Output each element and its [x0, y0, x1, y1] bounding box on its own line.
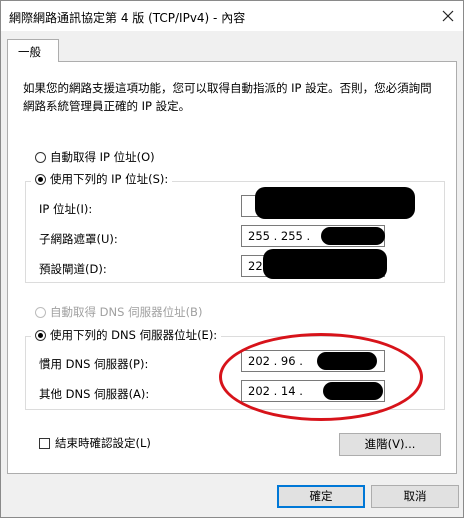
- dns-auto-option[interactable]: 自動取得 DNS 伺服器位址(B): [35, 304, 202, 320]
- annotation-circle: [219, 333, 423, 421]
- tab-general[interactable]: 一般: [7, 39, 59, 62]
- subnet-mask-value: 255 . 255 .: [248, 229, 311, 243]
- window-title: 網際網路通訊協定第 4 版 (TCP/IPv4) - 內容: [9, 11, 246, 25]
- ip-manual-option[interactable]: 使用下列的 IP 位址(S):: [31, 171, 173, 187]
- redaction-mark: [321, 227, 385, 245]
- ip-manual-label: 使用下列的 IP 位址(S):: [50, 172, 169, 186]
- ok-button[interactable]: 確定: [277, 485, 365, 508]
- dns-auto-radio[interactable]: [35, 306, 46, 318]
- tab-label: 一般: [18, 45, 41, 59]
- ip-auto-radio[interactable]: [35, 151, 46, 163]
- ip-auto-option[interactable]: 自動取得 IP 位址(O): [35, 149, 155, 165]
- dns-manual-option[interactable]: 使用下列的 DNS 伺服器位址(E):: [31, 327, 222, 343]
- default-gateway-label: 預設閘道(D):: [39, 262, 107, 276]
- preferred-dns-label: 慣用 DNS 伺服器(P):: [39, 357, 149, 371]
- title-bar[interactable]: 網際網路通訊協定第 4 版 (TCP/IPv4) - 內容: [1, 1, 463, 31]
- dialog-window: 網際網路通訊協定第 4 版 (TCP/IPv4) - 內容 一般 如果您的網路支…: [0, 0, 464, 518]
- validate-on-exit-option[interactable]: 結束時確認設定(L): [39, 435, 151, 451]
- ip-address-label: IP 位址(I):: [39, 202, 93, 216]
- dns-auto-label: 自動取得 DNS 伺服器位址(B): [50, 305, 203, 319]
- ip-manual-radio[interactable]: [35, 173, 46, 185]
- validate-on-exit-checkbox[interactable]: [39, 437, 50, 449]
- default-gateway-value: 22: [248, 259, 263, 273]
- validate-on-exit-label: 結束時確認設定(L): [55, 436, 151, 450]
- redaction-mark: [255, 187, 415, 219]
- close-button[interactable]: [439, 7, 457, 25]
- ip-auto-label: 自動取得 IP 位址(O): [50, 150, 155, 164]
- close-icon: [442, 10, 454, 22]
- subnet-mask-label: 子網路遮罩(U):: [39, 232, 118, 246]
- cancel-button[interactable]: 取消: [371, 485, 459, 508]
- dns-manual-label: 使用下列的 DNS 伺服器位址(E):: [50, 328, 218, 342]
- advanced-button[interactable]: 進階(V)...: [339, 433, 441, 456]
- alternate-dns-label: 其他 DNS 伺服器(A):: [39, 387, 150, 401]
- redaction-mark: [263, 249, 387, 279]
- description-text: 如果您的網路支援這項功能，您可以取得自動指派的 IP 設定。否則，您必須詢問網路…: [23, 81, 432, 113]
- dns-manual-radio[interactable]: [35, 329, 46, 341]
